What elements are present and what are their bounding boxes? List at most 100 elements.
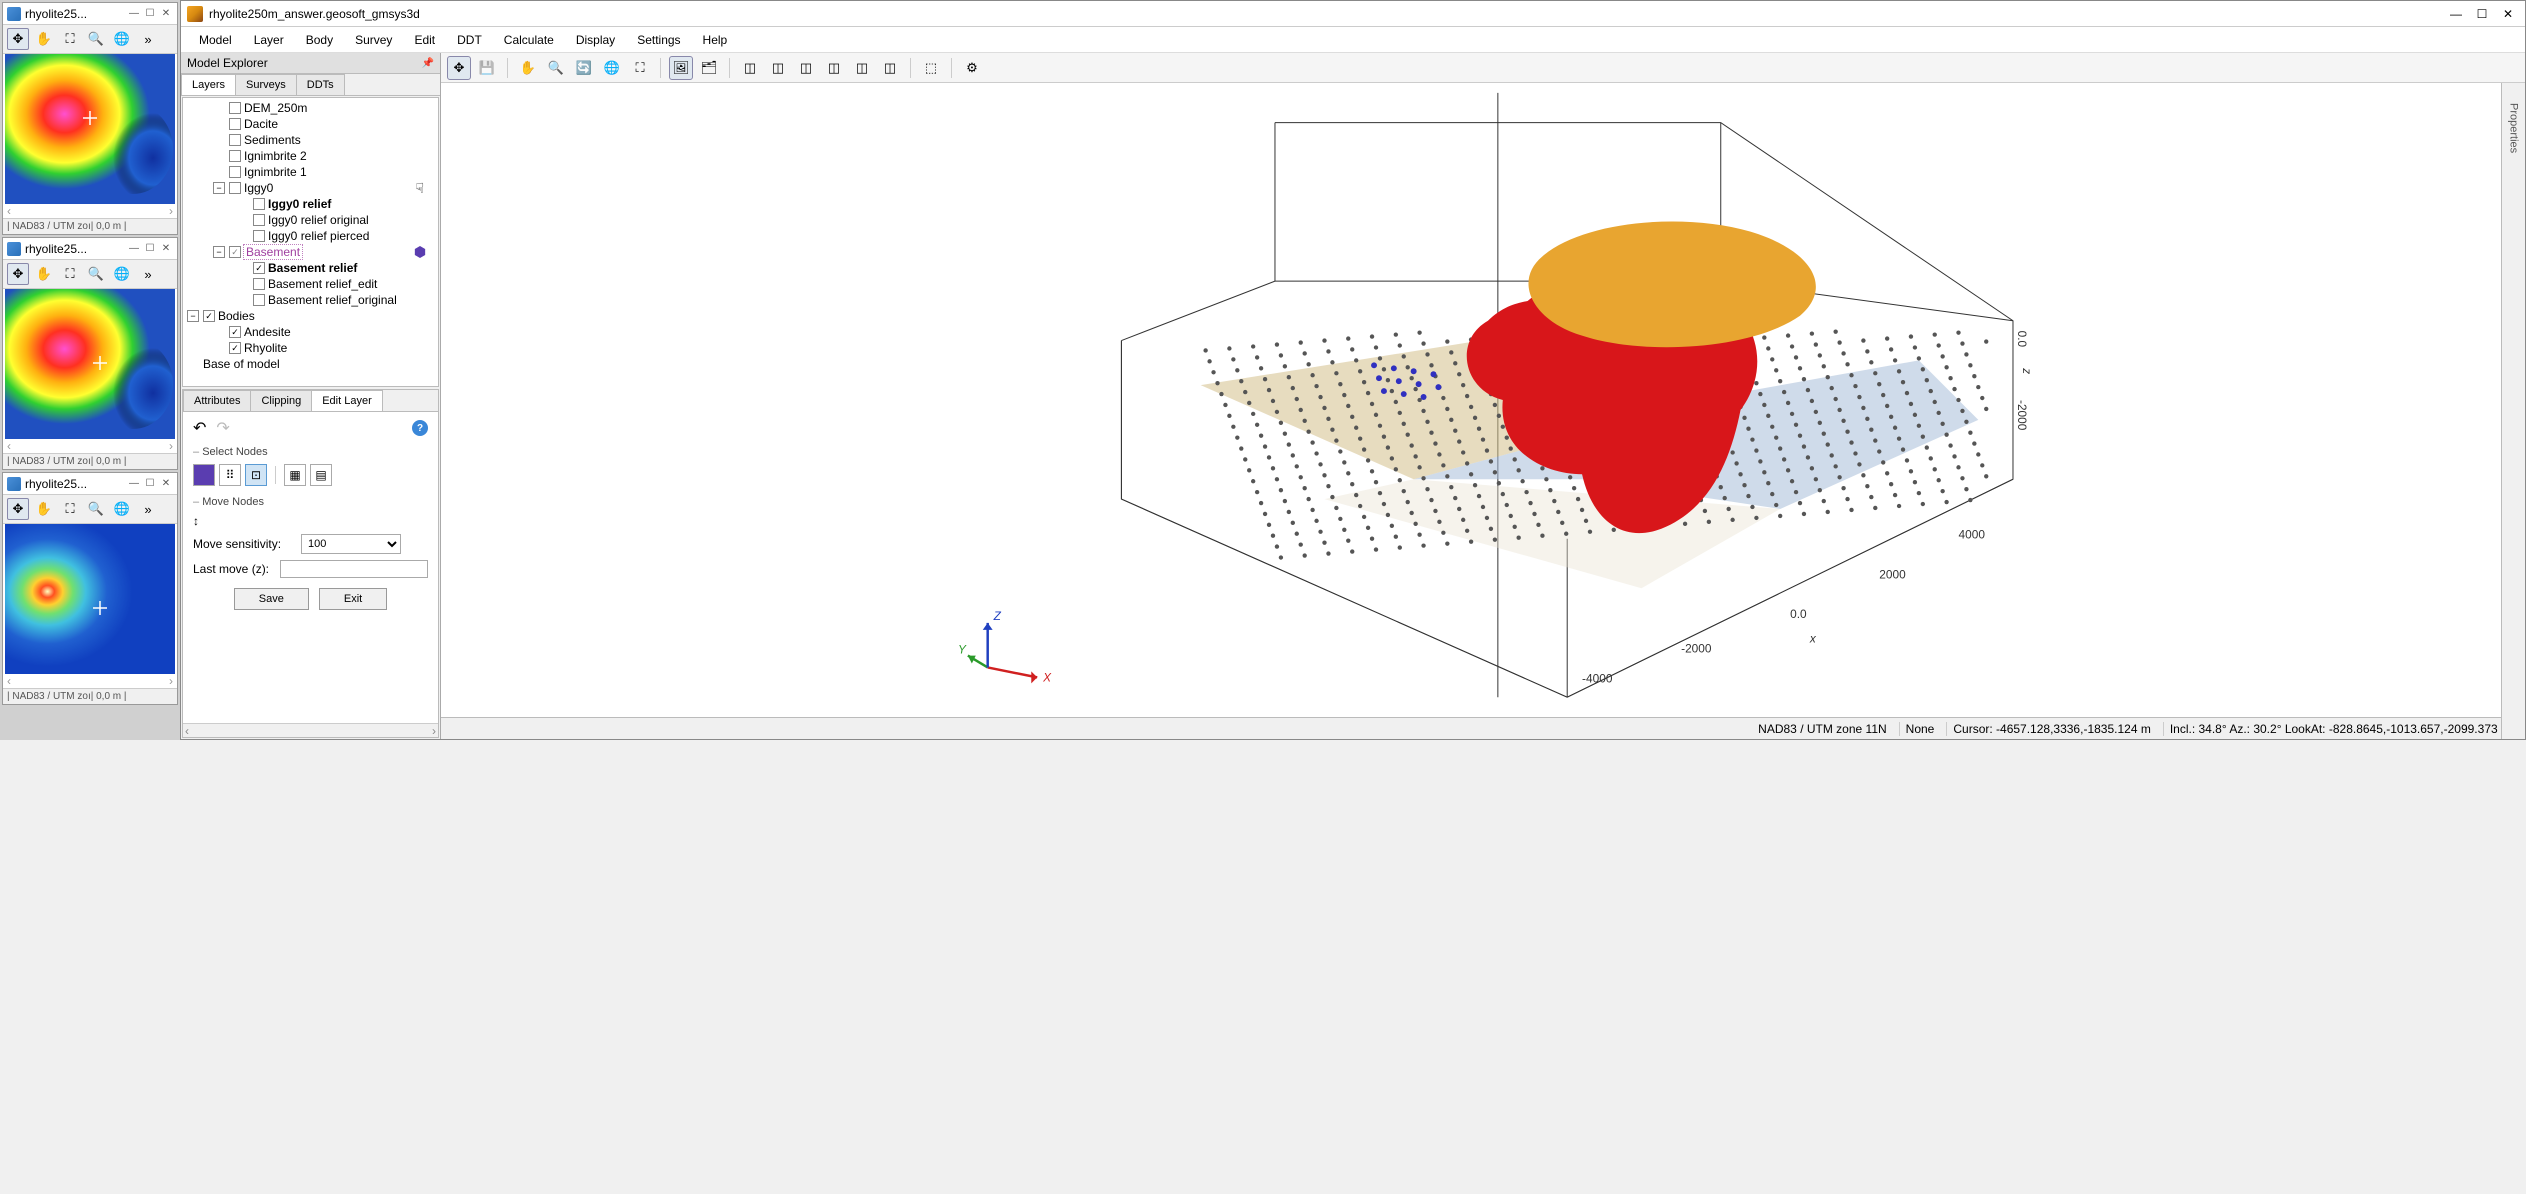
select-mode-sparse[interactable]: ⠿ bbox=[219, 464, 241, 486]
tree-andesite[interactable]: Andesite bbox=[244, 325, 291, 339]
close-button[interactable]: ✕ bbox=[159, 242, 173, 256]
zoom-box-tool[interactable]: ⛶ bbox=[59, 498, 81, 520]
minimize-button[interactable]: — bbox=[127, 477, 141, 491]
vp-image-tool[interactable]: 🖼 bbox=[669, 56, 693, 80]
tab-surveys[interactable]: Surveys bbox=[235, 74, 297, 95]
checkbox[interactable] bbox=[253, 262, 265, 274]
vp-pointer-tool[interactable]: ✥ bbox=[447, 56, 471, 80]
menu-help[interactable]: Help bbox=[693, 30, 738, 50]
tree-iggy0-relief[interactable]: Iggy0 relief bbox=[268, 197, 331, 211]
checkbox[interactable] bbox=[253, 214, 265, 226]
mini-map-2[interactable] bbox=[3, 289, 177, 439]
properties-tab[interactable]: Properties bbox=[2501, 83, 2525, 739]
move-z-icon[interactable]: ↕ bbox=[193, 514, 199, 528]
tree-rhyolite[interactable]: Rhyolite bbox=[244, 341, 287, 355]
viewport-3d[interactable]: X Y Z 0.0 -2000 -4000 bbox=[441, 83, 2525, 717]
menu-body[interactable]: Body bbox=[296, 30, 343, 50]
menu-edit[interactable]: Edit bbox=[404, 30, 445, 50]
vp-box-bottom[interactable]: ◫ bbox=[878, 56, 902, 80]
maximize-button[interactable]: ☐ bbox=[2471, 5, 2493, 23]
tab-edit-layer[interactable]: Edit Layer bbox=[311, 390, 383, 411]
tree-basement[interactable]: Basement bbox=[244, 245, 302, 259]
checkbox[interactable] bbox=[253, 294, 265, 306]
vp-box-top[interactable]: ◫ bbox=[850, 56, 874, 80]
tree-iggy0-pierced[interactable]: Iggy0 relief pierced bbox=[268, 229, 369, 243]
undo-button[interactable]: ↶ bbox=[193, 418, 206, 438]
select-mode-solid[interactable] bbox=[193, 464, 215, 486]
mini-map-1[interactable] bbox=[3, 54, 177, 204]
more-icon[interactable]: » bbox=[137, 28, 159, 50]
tree-iggy0[interactable]: Iggy0 bbox=[244, 181, 273, 195]
select-mode-grid2[interactable]: ▤ bbox=[310, 464, 332, 486]
vp-zoom-tool[interactable]: 🔍 bbox=[544, 56, 568, 80]
checkbox[interactable] bbox=[203, 310, 215, 322]
vp-rotate-tool[interactable]: 🔄 bbox=[572, 56, 596, 80]
close-button[interactable]: ✕ bbox=[159, 477, 173, 491]
tree-expand-icon[interactable]: − bbox=[213, 182, 225, 194]
vp-box-right[interactable]: ◫ bbox=[822, 56, 846, 80]
checkbox[interactable] bbox=[229, 118, 241, 130]
vp-save-icon[interactable]: 💾 bbox=[475, 56, 499, 80]
help-icon[interactable]: ? bbox=[412, 420, 428, 436]
minimize-button[interactable]: — bbox=[127, 242, 141, 256]
menu-model[interactable]: Model bbox=[189, 30, 242, 50]
checkbox[interactable] bbox=[229, 182, 241, 194]
tree-basement-edit[interactable]: Basement relief_edit bbox=[268, 277, 377, 291]
menu-layer[interactable]: Layer bbox=[244, 30, 294, 50]
last-move-input[interactable] bbox=[280, 560, 428, 578]
vp-extents-tool[interactable]: ⛶ bbox=[628, 56, 652, 80]
pan-tool[interactable]: ✋ bbox=[33, 263, 55, 285]
tree-basement-orig[interactable]: Basement relief_original bbox=[268, 293, 397, 307]
checkbox[interactable] bbox=[253, 198, 265, 210]
redo-button[interactable]: ↷ bbox=[216, 418, 229, 438]
vp-box-front[interactable]: ◫ bbox=[738, 56, 762, 80]
save-button[interactable]: Save bbox=[234, 588, 309, 610]
maximize-button[interactable]: ☐ bbox=[143, 242, 157, 256]
menu-ddt[interactable]: DDT bbox=[447, 30, 492, 50]
pointer-tool[interactable]: ✥ bbox=[7, 28, 29, 50]
pan-tool[interactable]: ✋ bbox=[33, 28, 55, 50]
globe-tool[interactable]: 🌐 bbox=[111, 263, 133, 285]
tree-expand-icon[interactable]: − bbox=[187, 310, 199, 322]
tree-sediments[interactable]: Sediments bbox=[244, 133, 301, 147]
horizontal-scrollbar[interactable]: ‹› bbox=[183, 723, 438, 737]
checkbox[interactable] bbox=[229, 134, 241, 146]
pointer-tool[interactable]: ✥ bbox=[7, 263, 29, 285]
menu-display[interactable]: Display bbox=[566, 30, 625, 50]
zoom-tool[interactable]: 🔍 bbox=[85, 498, 107, 520]
more-icon[interactable]: » bbox=[137, 498, 159, 520]
pan-tool[interactable]: ✋ bbox=[33, 498, 55, 520]
close-button[interactable]: ✕ bbox=[159, 7, 173, 21]
pointer-tool[interactable]: ✥ bbox=[7, 498, 29, 520]
select-mode-box[interactable]: ⊡ bbox=[245, 464, 267, 486]
maximize-button[interactable]: ☐ bbox=[143, 477, 157, 491]
tab-layers[interactable]: Layers bbox=[181, 74, 236, 95]
menu-survey[interactable]: Survey bbox=[345, 30, 402, 50]
vp-layers-tool[interactable]: 🗂 bbox=[697, 56, 721, 80]
zoom-box-tool[interactable]: ⛶ bbox=[59, 263, 81, 285]
maximize-button[interactable]: ☐ bbox=[143, 7, 157, 21]
checkbox[interactable] bbox=[229, 166, 241, 178]
pin-icon[interactable]: 📌 bbox=[422, 58, 434, 69]
checkbox[interactable] bbox=[229, 326, 241, 338]
tree-base[interactable]: Base of model bbox=[203, 357, 280, 371]
vp-box-left[interactable]: ◫ bbox=[794, 56, 818, 80]
close-button[interactable]: ✕ bbox=[2497, 5, 2519, 23]
menu-calculate[interactable]: Calculate bbox=[494, 30, 564, 50]
tree-bodies[interactable]: Bodies bbox=[218, 309, 255, 323]
move-sensitivity-select[interactable]: 100 bbox=[301, 534, 401, 554]
vp-globe-tool[interactable]: 🌐 bbox=[600, 56, 624, 80]
exit-button[interactable]: Exit bbox=[319, 588, 387, 610]
checkbox[interactable] bbox=[229, 102, 241, 114]
zoom-tool[interactable]: 🔍 bbox=[85, 28, 107, 50]
minimize-button[interactable]: — bbox=[2445, 5, 2467, 23]
vp-pan-tool[interactable]: ✋ bbox=[516, 56, 540, 80]
checkbox[interactable] bbox=[229, 342, 241, 354]
tab-attributes[interactable]: Attributes bbox=[183, 390, 251, 411]
tree-expand-icon[interactable]: − bbox=[213, 246, 225, 258]
tab-ddts[interactable]: DDTs bbox=[296, 74, 345, 95]
layer-tree[interactable]: DEM_250m Dacite Sediments Ignimbrite 2 I… bbox=[182, 97, 439, 387]
checkbox[interactable] bbox=[229, 246, 241, 258]
menu-settings[interactable]: Settings bbox=[627, 30, 690, 50]
more-icon[interactable]: » bbox=[137, 263, 159, 285]
